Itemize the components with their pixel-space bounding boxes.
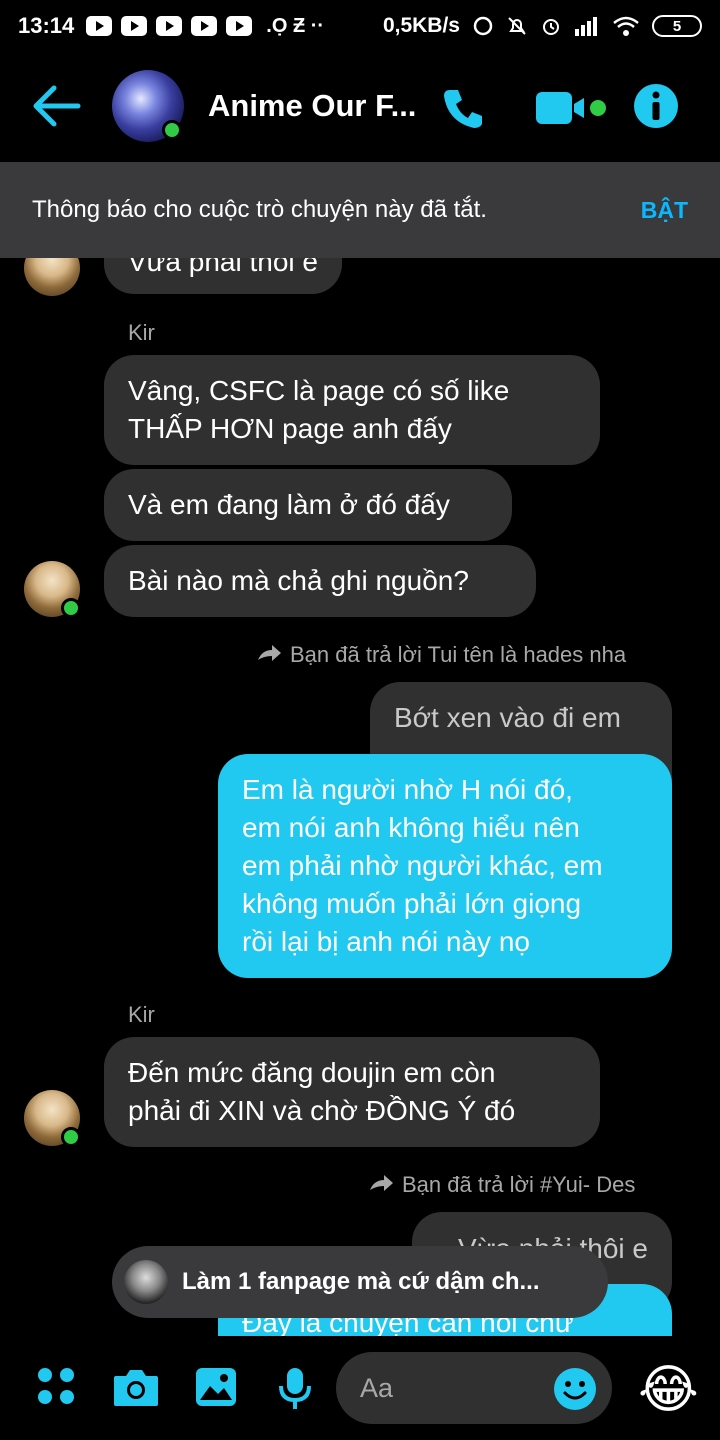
gallery-icon[interactable] [194, 1366, 238, 1408]
sender-name: Kir [128, 1002, 155, 1027]
message-bubble[interactable]: Bài nào mà chả ghi nguồn? [104, 545, 536, 617]
more-apps-icon[interactable] [36, 1366, 76, 1406]
sent-message-bubble[interactable]: Em là người nhờ H nói đó, em nói anh khô… [218, 754, 672, 978]
toast-avatar [124, 1260, 168, 1304]
reply-indicator: Bạn đã trả lời Tui tên là hades nha [256, 642, 626, 668]
composer-bar: Aa 😂 [0, 1336, 720, 1440]
reply-arrow-icon [258, 645, 281, 661]
message-bubble[interactable]: Và em đang làm ở đó đấy [104, 469, 512, 541]
online-indicator [61, 598, 81, 618]
quick-reaction-button[interactable]: 😂 [638, 1360, 699, 1420]
reply-indicator: Bạn đã trả lời #Yui- Des [368, 1172, 635, 1198]
microphone-icon[interactable] [278, 1366, 312, 1412]
message-bubble[interactable]: Đến mức đăng doujin em còn phải đi XIN v… [104, 1037, 600, 1147]
toast-text: Làm 1 fanpage mà cứ dậm ch... [182, 1268, 540, 1295]
unmute-button[interactable]: BẬT [641, 197, 688, 224]
online-indicator [61, 1127, 81, 1147]
muted-notice-text: Thông báo cho cuộc trò chuyện này đã tắt… [32, 196, 487, 223]
new-message-toast[interactable]: Làm 1 fanpage mà cứ dậm ch... [112, 1246, 608, 1318]
sender-name: Kir [128, 320, 155, 345]
message-input-placeholder: Aa [360, 1372, 394, 1403]
muted-notification-banner: Thông báo cho cuộc trò chuyện này đã tắt… [0, 162, 720, 258]
message-bubble[interactable]: Vâng, CSFC là page có số like THẤP HƠN p… [104, 355, 600, 465]
reply-arrow-icon [370, 1175, 393, 1191]
emoji-icon[interactable] [552, 1366, 598, 1412]
camera-icon[interactable] [112, 1366, 160, 1408]
